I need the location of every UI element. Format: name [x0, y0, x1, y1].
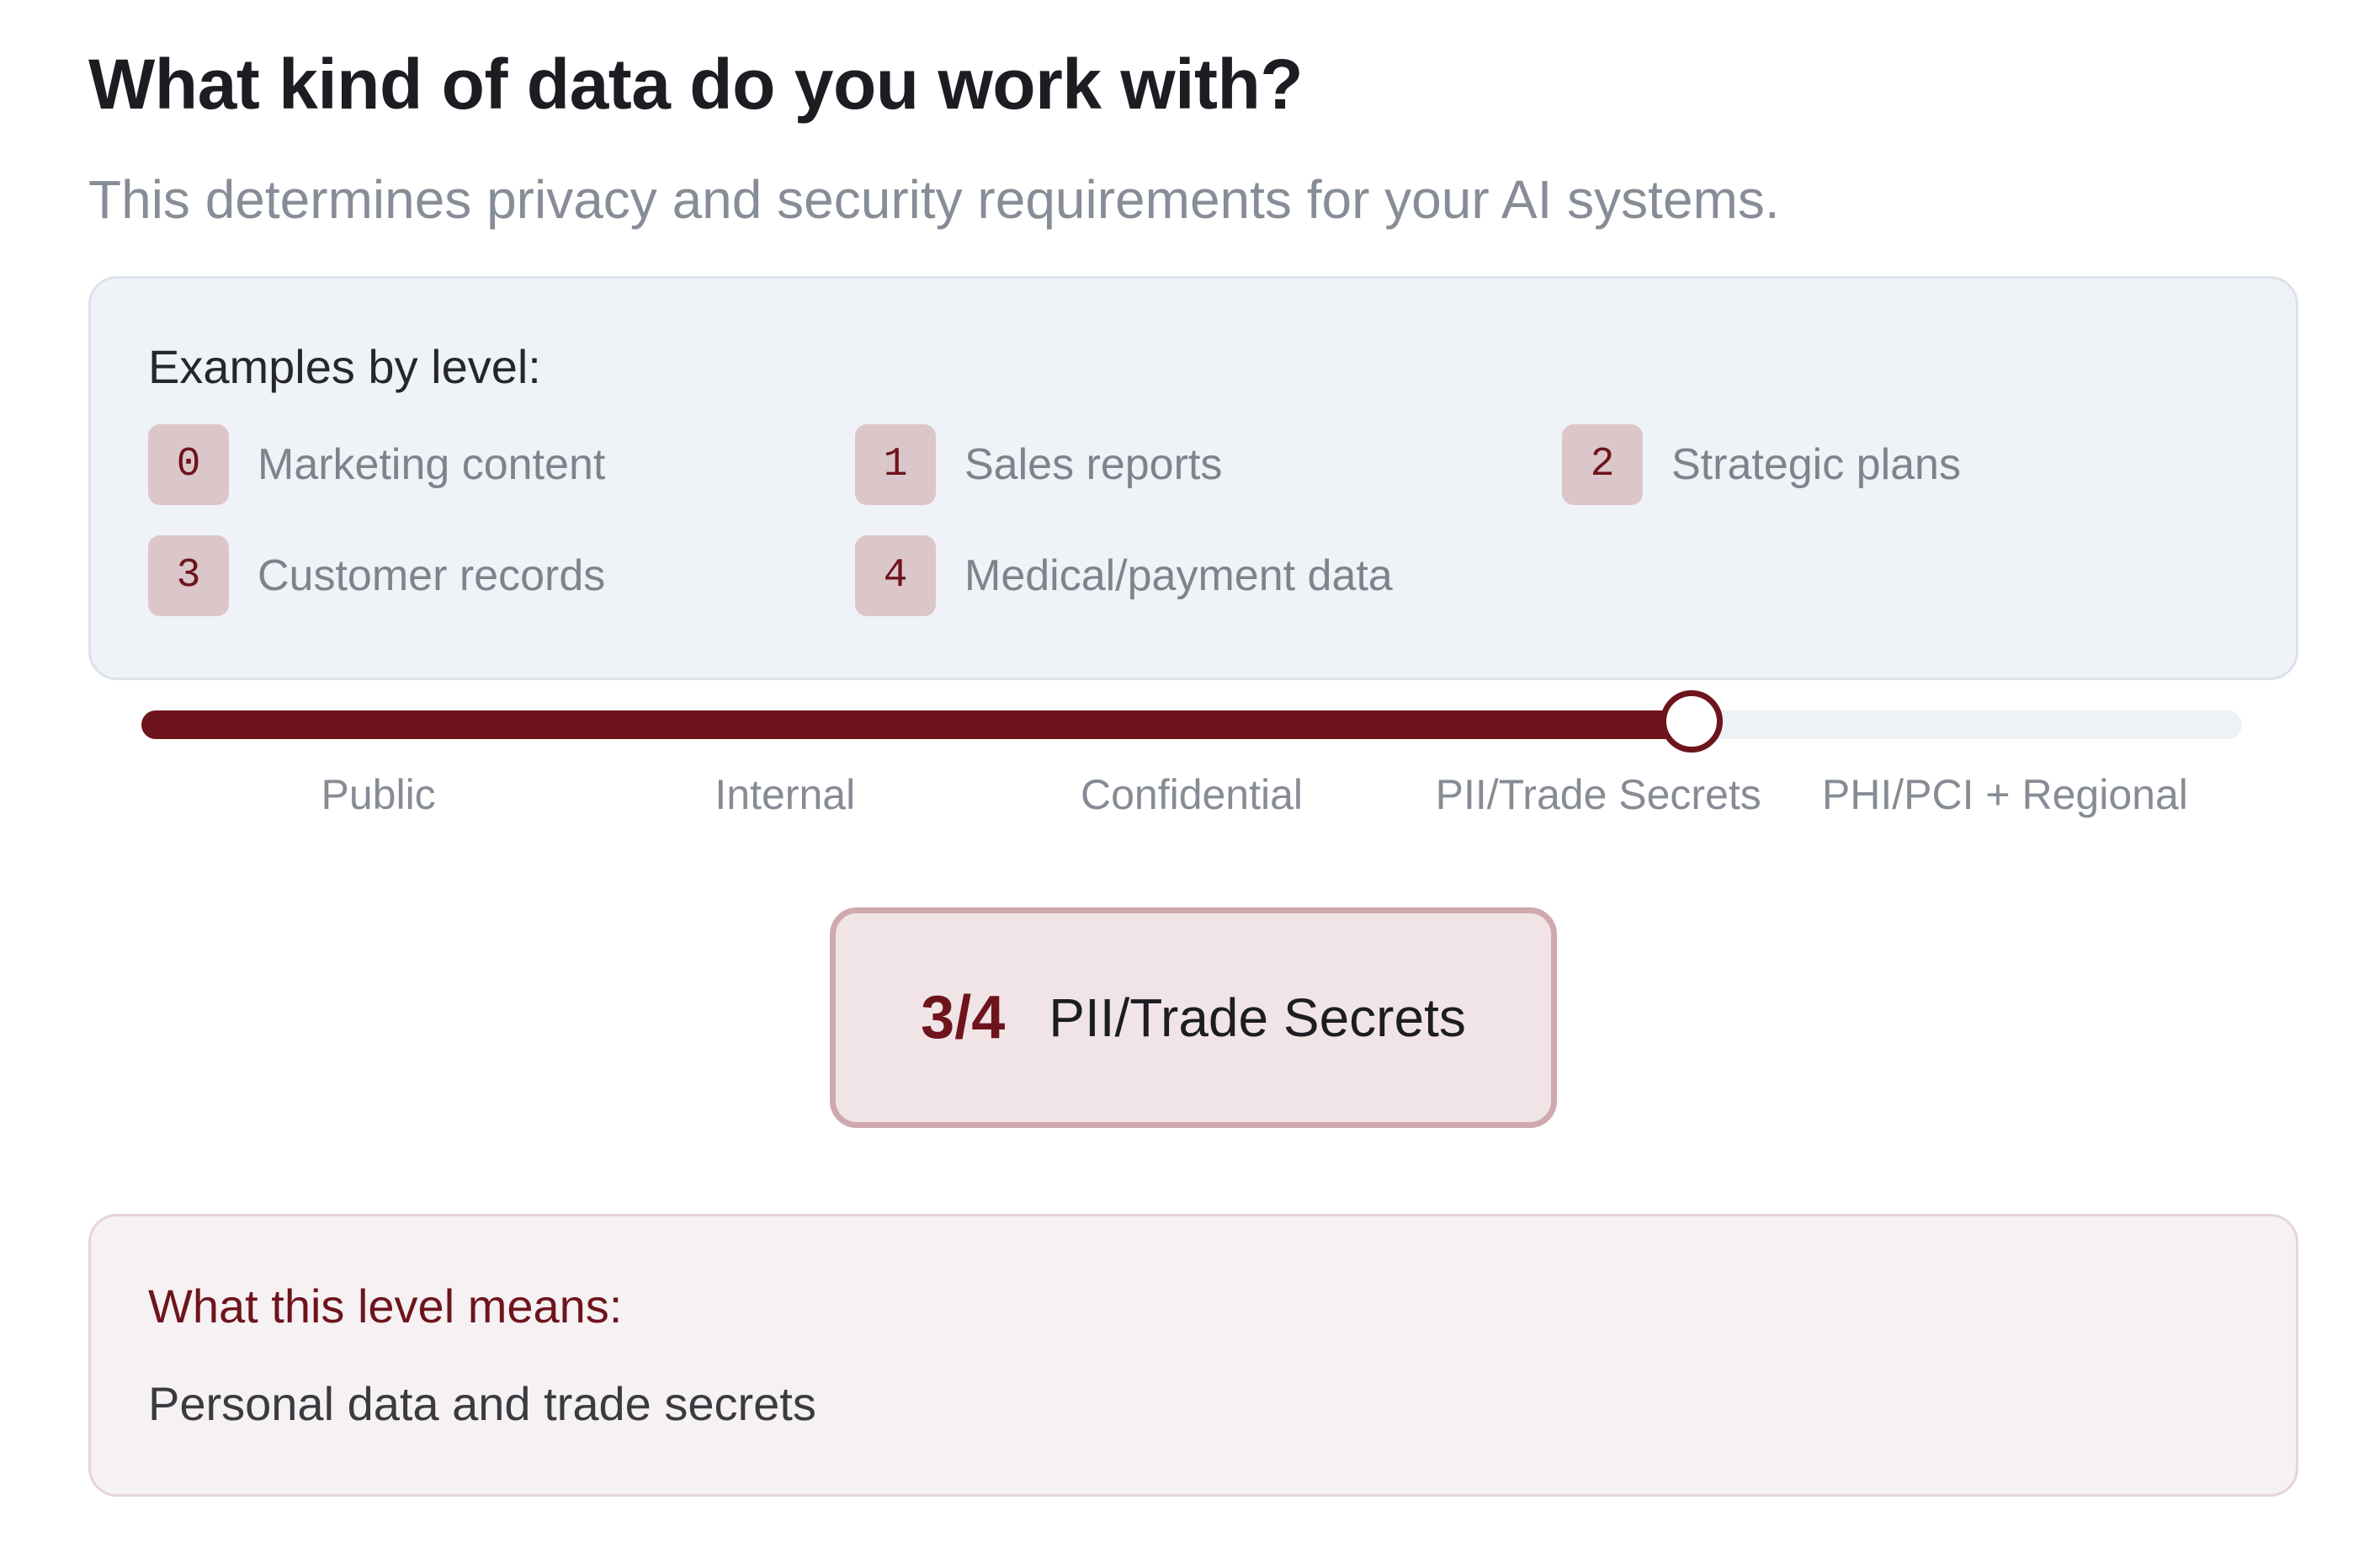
slider-label-phi-pci-regional[interactable]: PHI/PCI + Regional — [1794, 770, 2215, 819]
examples-heading: Examples by level: — [148, 340, 541, 393]
slider-label-pii-trade-secrets[interactable]: PII/Trade Secrets — [1388, 770, 1809, 819]
example-item-level-1: 1 Sales reports — [855, 423, 1222, 506]
slider-label-internal[interactable]: Internal — [575, 770, 996, 819]
example-item-level-3: 3 Customer records — [148, 535, 605, 617]
question-title: What kind of data do you work with? — [88, 45, 1304, 124]
level-badge: 3 — [148, 535, 229, 616]
question-subtitle: This determines privacy and security req… — [88, 169, 1780, 230]
example-item-level-4: 4 Medical/payment data — [855, 535, 1393, 617]
examples-card: Examples by level: 0 Marketing content 1… — [88, 276, 2298, 680]
level-badge: 4 — [855, 535, 936, 616]
example-label: Sales reports — [964, 440, 1223, 489]
example-label: Customer records — [258, 551, 606, 600]
current-level-name: PII/Trade Secrets — [1049, 987, 1466, 1048]
level-badge: 0 — [148, 424, 229, 505]
current-level-score: 3/4 — [921, 984, 1006, 1051]
meaning-description: Personal data and trade secrets — [148, 1377, 816, 1430]
slider-fill — [141, 710, 1692, 739]
example-label: Strategic plans — [1671, 440, 1961, 489]
current-level-display: 3/4 PII/Trade Secrets — [830, 907, 1557, 1128]
example-item-level-0: 0 Marketing content — [148, 423, 605, 506]
example-label: Marketing content — [258, 440, 606, 489]
level-badge: 2 — [1562, 424, 1643, 505]
slider-label-public[interactable]: Public — [168, 770, 589, 819]
level-meaning-card: What this level means: Personal data and… — [88, 1214, 2298, 1497]
example-item-level-2: 2 Strategic plans — [1562, 423, 1961, 506]
example-label: Medical/payment data — [964, 551, 1393, 600]
meaning-heading: What this level means: — [148, 1279, 623, 1333]
slider-label-confidential[interactable]: Confidential — [981, 770, 1402, 819]
sensitivity-slider[interactable] — [141, 690, 2242, 753]
slider-thumb[interactable] — [1660, 690, 1723, 753]
level-badge: 1 — [855, 424, 936, 505]
